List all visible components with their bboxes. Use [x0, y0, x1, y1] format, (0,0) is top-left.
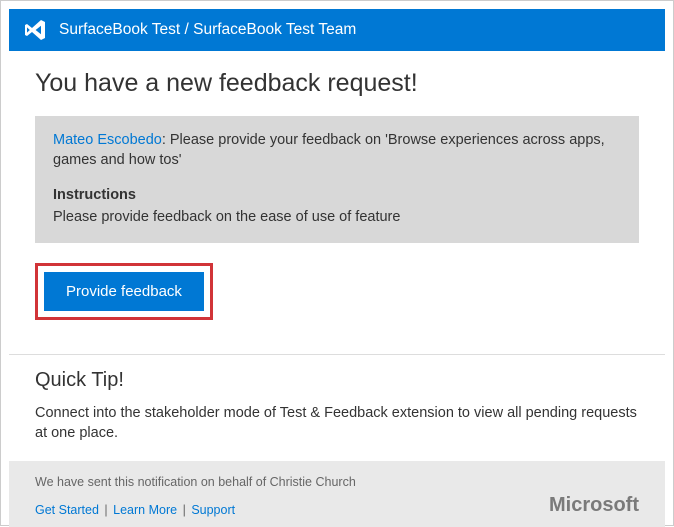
section-divider — [9, 354, 665, 355]
behalf-text: We have sent this notification on behalf… — [35, 475, 639, 489]
instructions-body: Please provide feedback on the ease of u… — [53, 207, 621, 227]
support-link[interactable]: Support — [191, 503, 235, 517]
tip-body: Connect into the stakeholder mode of Tes… — [9, 404, 665, 461]
cta-highlight: Provide feedback — [35, 263, 213, 320]
tip-title: Quick Tip! — [9, 369, 665, 392]
request-panel: Mateo Escobedo: Please provide your feed… — [35, 116, 639, 243]
instructions-label: Instructions — [53, 185, 621, 205]
request-message: Mateo Escobedo: Please provide your feed… — [53, 130, 621, 171]
header-title: SurfaceBook Test / SurfaceBook Test Team — [59, 21, 356, 39]
requester-link[interactable]: Mateo Escobedo — [53, 132, 162, 148]
header-bar: SurfaceBook Test / SurfaceBook Test Team — [9, 9, 665, 51]
vs-logo-icon — [23, 18, 47, 42]
link-separator: | — [183, 503, 186, 517]
link-separator: | — [104, 503, 107, 517]
learn-more-link[interactable]: Learn More — [113, 503, 177, 517]
get-started-link[interactable]: Get Started — [35, 503, 99, 517]
microsoft-logo: Microsoft — [549, 494, 639, 517]
footer: We have sent this notification on behalf… — [9, 461, 665, 527]
page-title: You have a new feedback request! — [35, 69, 639, 98]
provide-feedback-button[interactable]: Provide feedback — [44, 272, 204, 311]
